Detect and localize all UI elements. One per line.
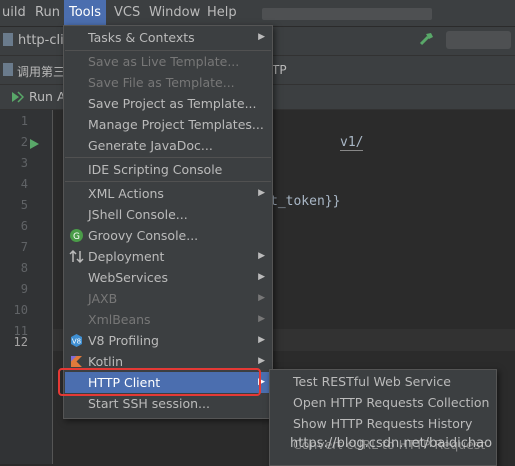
menu-item-label: Generate JavaDoc... bbox=[88, 138, 213, 153]
submenu-arrow-icon: ▶ bbox=[258, 188, 265, 198]
line-number: 2 bbox=[20, 135, 28, 149]
menu-item-label: Deployment bbox=[88, 249, 165, 264]
menu-item-webservices[interactable]: WebServices ▶ bbox=[65, 267, 271, 288]
submenu-item-test-restful[interactable]: Test RESTful Web Service bbox=[293, 374, 451, 389]
line-number: 10 bbox=[13, 303, 28, 317]
menu-item-label: XmlBeans bbox=[88, 312, 151, 327]
menu-build[interactable]: uild bbox=[2, 5, 26, 20]
menu-item-label: IDE Scripting Console bbox=[88, 162, 223, 177]
menu-item-label: Save Project as Template... bbox=[88, 96, 257, 111]
folder-icon bbox=[3, 33, 13, 46]
run-config-selector[interactable] bbox=[446, 31, 511, 49]
submenu-arrow-icon: ▶ bbox=[258, 293, 265, 303]
menu-separator bbox=[65, 157, 271, 158]
submenu-arrow-icon: ▶ bbox=[258, 32, 265, 42]
menu-item-label: Start SSH session... bbox=[88, 396, 210, 411]
current-line-number: 12 bbox=[13, 335, 28, 349]
highlight-annotation bbox=[58, 368, 261, 396]
http-client-submenu: Test RESTful Web Service Open HTTP Reque… bbox=[269, 369, 497, 466]
menu-item-xml-actions[interactable]: XML Actions ▶ bbox=[65, 183, 271, 204]
kotlin-icon bbox=[69, 354, 84, 369]
menu-item-generate-javadoc[interactable]: Generate JavaDoc... bbox=[65, 135, 271, 156]
menu-item-label: Save File as Template... bbox=[88, 75, 235, 90]
submenu-item-open-collection[interactable]: Open HTTP Requests Collection bbox=[293, 395, 489, 410]
line-number: 3 bbox=[20, 156, 28, 170]
run-all-icon[interactable] bbox=[10, 90, 25, 104]
menu-item-v8-profiling[interactable]: V8 V8 Profiling ▶ bbox=[65, 330, 271, 351]
submenu-arrow-icon: ▶ bbox=[258, 335, 265, 345]
menu-item-label: WebServices bbox=[88, 270, 168, 285]
menu-item-save-project-template[interactable]: Save Project as Template... bbox=[65, 93, 271, 114]
build-hammer-icon[interactable] bbox=[419, 31, 435, 47]
menu-item-label: Save as Live Template... bbox=[88, 54, 240, 69]
menu-item-ide-scripting-console[interactable]: IDE Scripting Console bbox=[65, 159, 271, 180]
menu-run[interactable]: Run bbox=[35, 5, 60, 20]
code-url-fragment: v1/ bbox=[340, 135, 364, 151]
deployment-icon bbox=[69, 249, 84, 264]
menu-item-groovy-console[interactable]: G Groovy Console... bbox=[65, 225, 271, 246]
editor-gutter: 1 2 3 4 5 6 7 8 9 10 11 12 bbox=[0, 110, 53, 464]
menu-item-save-file-template: Save File as Template... bbox=[65, 72, 271, 93]
menu-item-deployment[interactable]: Deployment ▶ bbox=[65, 246, 271, 267]
line-number: 5 bbox=[20, 198, 28, 212]
menu-item-label: Groovy Console... bbox=[88, 228, 199, 243]
blurred-title bbox=[262, 8, 432, 20]
line-number: 4 bbox=[20, 177, 28, 191]
line-number: 1 bbox=[20, 114, 28, 128]
line-number: 6 bbox=[20, 219, 28, 233]
menu-vcs[interactable]: VCS bbox=[114, 5, 140, 20]
menu-item-jshell-console[interactable]: JShell Console... bbox=[65, 204, 271, 225]
menu-item-label: JShell Console... bbox=[88, 207, 188, 222]
menu-item-manage-templates[interactable]: Manage Project Templates... bbox=[65, 114, 271, 135]
file-tab-suffix: TP bbox=[272, 63, 287, 77]
menu-item-jaxb: JAXB ▶ bbox=[65, 288, 271, 309]
groovy-icon: G bbox=[69, 228, 84, 243]
run-all-label[interactable]: Run A bbox=[29, 89, 66, 104]
line-number: 7 bbox=[20, 240, 28, 254]
run-request-icon[interactable] bbox=[30, 138, 39, 149]
submenu-arrow-icon: ▶ bbox=[258, 272, 265, 282]
submenu-arrow-icon: ▶ bbox=[258, 314, 265, 324]
svg-text:V8: V8 bbox=[72, 338, 81, 346]
menu-item-xmlbeans: XmlBeans ▶ bbox=[65, 309, 271, 330]
submenu-arrow-icon: ▶ bbox=[258, 251, 265, 261]
menu-tools[interactable]: Tools bbox=[64, 0, 107, 26]
menu-help[interactable]: Help bbox=[207, 5, 237, 20]
menu-item-label: Manage Project Templates... bbox=[88, 117, 264, 132]
menu-item-label: Tasks & Contexts bbox=[88, 30, 195, 45]
line-number: 9 bbox=[20, 282, 28, 296]
menu-item-start-ssh-session[interactable]: Start SSH session... bbox=[65, 393, 271, 414]
menu-separator bbox=[65, 181, 271, 182]
submenu-item-show-history[interactable]: Show HTTP Requests History bbox=[293, 416, 472, 431]
menu-window[interactable]: Window bbox=[149, 5, 200, 20]
file-icon bbox=[3, 63, 13, 76]
menu-item-label: V8 Profiling bbox=[88, 333, 159, 348]
tools-menu: Tasks & Contexts ▶ Save as Live Template… bbox=[63, 25, 273, 419]
menubar: uild Run Tools VCS Window Help bbox=[0, 0, 515, 27]
menu-item-tasks-contexts[interactable]: Tasks & Contexts ▶ bbox=[65, 27, 271, 48]
v8-icon: V8 bbox=[69, 333, 84, 348]
file-tab[interactable]: 调用第三 bbox=[17, 63, 65, 80]
menu-item-label: XML Actions bbox=[88, 186, 164, 201]
svg-text:G: G bbox=[73, 232, 80, 242]
code-token-fragment: t_token}} bbox=[270, 194, 341, 209]
menu-item-label: JAXB bbox=[88, 291, 118, 306]
menu-item-save-live-template: Save as Live Template... bbox=[65, 51, 271, 72]
watermark: https://blog.csdn.net/baidichao bbox=[290, 436, 493, 451]
line-number: 8 bbox=[20, 261, 28, 275]
